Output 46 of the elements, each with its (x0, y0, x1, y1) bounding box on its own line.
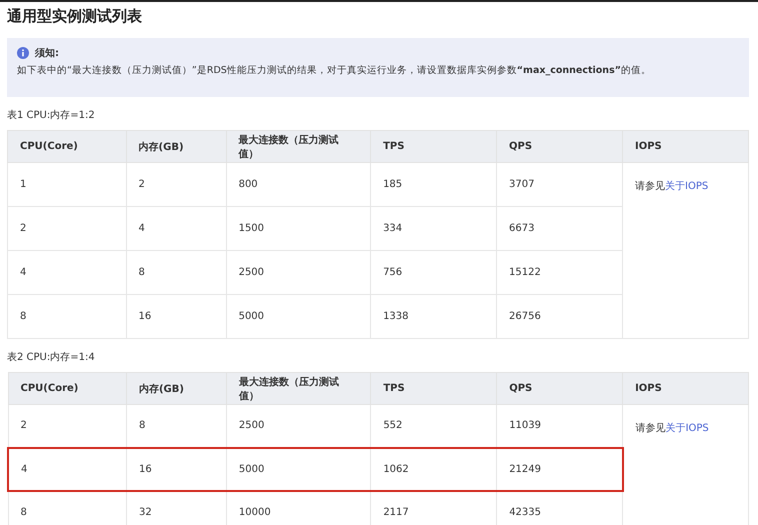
table-cell: 2500 (226, 250, 371, 294)
table-cell: 8 (126, 250, 226, 294)
table-cell: 1062 (370, 448, 497, 490)
table-cell: 185 (370, 162, 497, 206)
column-header: CPU(Core) (8, 372, 126, 404)
iops-note: 请参见关于IOPS (635, 181, 708, 192)
table-cell: 2 (8, 404, 126, 448)
table-cell: 8 (8, 490, 126, 525)
column-header: 最大连接数（压力测试值） (226, 130, 371, 162)
table-cell: 800 (226, 162, 371, 206)
info-icon (17, 47, 29, 59)
table-cell: 2 (8, 206, 126, 250)
notice-heading: 须知: (35, 46, 59, 60)
column-header: IOPS (622, 130, 748, 162)
iops-link[interactable]: 关于IOPS (665, 181, 708, 192)
table-cell: 5000 (226, 448, 371, 490)
table-cell: 1 (8, 162, 126, 206)
column-header: IOPS (622, 372, 748, 404)
table-caption: 表1 CPU:内存=1:2 (7, 108, 96, 122)
column-header: 最大连接数（压力测试值） (226, 372, 371, 404)
table-cell: 5000 (226, 294, 371, 338)
table-cell: 4 (126, 206, 226, 250)
table-cell: 4 (8, 448, 126, 490)
table-cell: 3707 (496, 162, 622, 206)
table-cell: 21249 (496, 448, 623, 490)
table-cell: 4 (8, 250, 126, 294)
table-cell: 2 (126, 162, 226, 206)
iops-note: 请参见关于IOPS (636, 423, 709, 434)
column-header: TPS (370, 130, 497, 162)
table-cell: 16 (126, 294, 226, 338)
table-cell: 1500 (226, 206, 371, 250)
table-cell: 334 (370, 206, 497, 250)
column-header: QPS (496, 130, 622, 162)
column-header: QPS (496, 372, 623, 404)
table-cell: 16 (126, 448, 226, 490)
iops-link[interactable]: 关于IOPS (666, 423, 709, 434)
column-header: 内存(GB) (126, 130, 226, 162)
table-cell: 8 (8, 294, 126, 338)
column-header: 内存(GB) (126, 372, 226, 404)
page-title: 通用型实例测试列表 (7, 7, 143, 26)
table-cell: 1338 (370, 294, 497, 338)
column-header: CPU(Core) (8, 130, 126, 162)
table-cell: 756 (370, 250, 497, 294)
table-caption: 表2 CPU:内存=1:4 (7, 350, 96, 364)
column-header: TPS (370, 372, 497, 404)
notice-text: 如下表中的“最大连接数（压力测试值）”是RDS性能压力测试的结果，对于真实运行业务，请设置数据库实例参数“max_connections”的值。 (17, 64, 652, 77)
